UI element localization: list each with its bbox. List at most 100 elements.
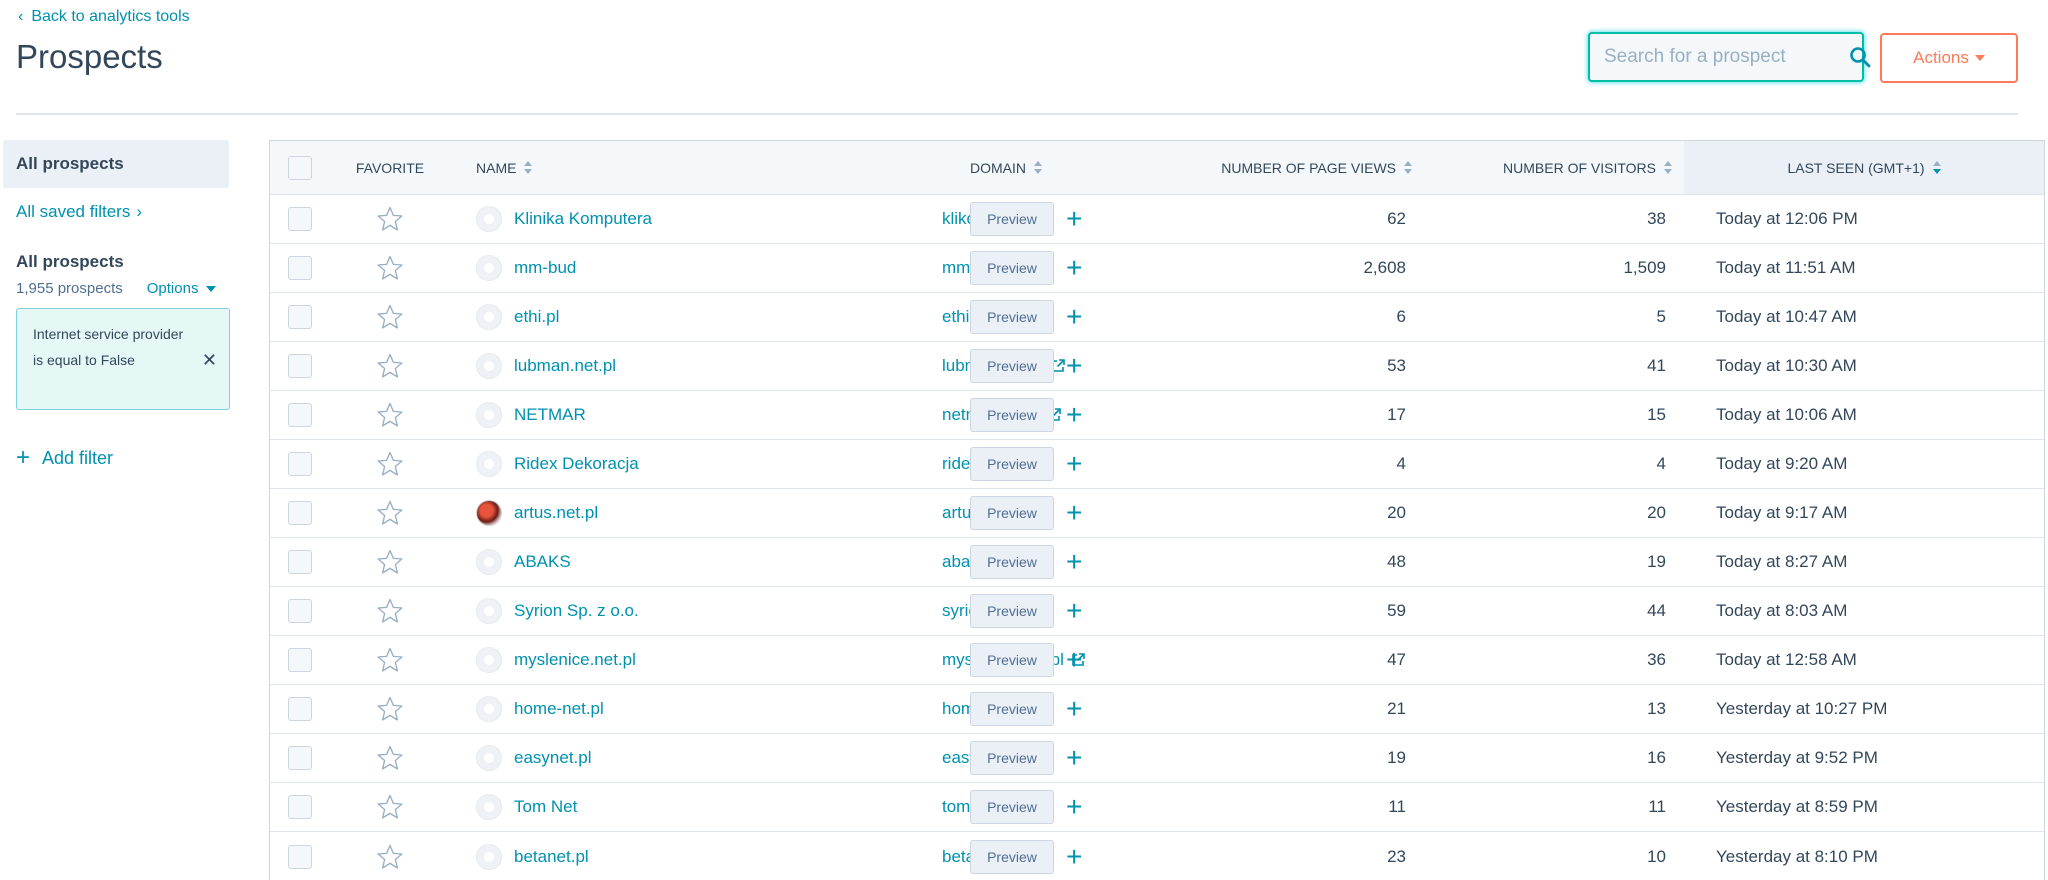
row-checkbox[interactable] — [288, 452, 312, 476]
add-contact-plus-icon[interactable]: + — [1066, 450, 1082, 478]
add-contact-plus-icon[interactable]: + — [1066, 695, 1082, 723]
search-box[interactable] — [1588, 32, 1871, 82]
star-icon[interactable] — [375, 792, 405, 822]
row-checkbox[interactable] — [288, 501, 312, 525]
star-icon[interactable] — [375, 351, 405, 381]
row-checkbox[interactable] — [288, 599, 312, 623]
preview-button[interactable]: Preview — [970, 643, 1054, 677]
preview-button[interactable]: Preview — [970, 790, 1054, 824]
add-filter-button[interactable]: + Add filter — [3, 446, 229, 470]
star-icon[interactable] — [375, 449, 405, 479]
company-name-link[interactable]: Klinika Komputera — [514, 209, 652, 229]
star-icon[interactable] — [375, 694, 405, 724]
add-contact-plus-icon[interactable]: + — [1066, 205, 1082, 233]
preview-button[interactable]: Preview — [970, 496, 1054, 530]
preview-button[interactable]: Preview — [970, 251, 1054, 285]
column-header-domain[interactable]: DOMAIN — [970, 160, 1042, 176]
sidebar-item-saved-filters[interactable]: All saved filters › — [3, 202, 229, 222]
row-checkbox[interactable] — [288, 305, 312, 329]
preview-button[interactable]: Preview — [970, 594, 1054, 628]
row-checkbox[interactable] — [288, 256, 312, 280]
close-icon[interactable]: ✕ — [202, 347, 217, 373]
globe-icon — [476, 598, 502, 624]
preview-button[interactable]: Preview — [970, 692, 1054, 726]
star-icon[interactable] — [375, 743, 405, 773]
add-contact-plus-icon[interactable]: + — [1066, 842, 1082, 871]
visitors-cell: 15 — [1647, 405, 1666, 424]
star-icon[interactable] — [375, 302, 405, 332]
column-header-page-views[interactable]: NUMBER OF PAGE VIEWS — [1221, 160, 1412, 176]
table-row: Syrion Sp. z o.o. Preview + syrion.pl 59… — [270, 587, 2044, 636]
row-checkbox[interactable] — [288, 795, 312, 819]
preview-button[interactable]: Preview — [970, 349, 1054, 383]
search-icon[interactable] — [1849, 46, 1871, 68]
company-name-link[interactable]: ABAKS — [514, 552, 571, 572]
filter-text: Internet service provider is equal to Fa… — [33, 326, 184, 368]
add-contact-plus-icon[interactable]: + — [1066, 254, 1082, 282]
company-name-link[interactable]: home-net.pl — [514, 699, 604, 719]
star-icon[interactable] — [375, 498, 405, 528]
star-icon[interactable] — [375, 842, 405, 872]
visitors-cell: 11 — [1648, 797, 1666, 816]
column-header-name[interactable]: NAME — [476, 159, 533, 176]
select-all-checkbox[interactable] — [288, 155, 312, 180]
company-name-link[interactable]: Ridex Dekoracja — [514, 454, 639, 474]
preview-button[interactable]: Preview — [970, 447, 1054, 481]
visitors-cell: 38 — [1647, 209, 1666, 228]
table-row: mm-bud Preview + mm.pl 2,608 1,509 Today… — [270, 244, 2044, 293]
company-name-link[interactable]: artus.net.pl — [514, 503, 598, 523]
search-input[interactable] — [1604, 46, 1849, 68]
company-name-link[interactable]: myslenice.net.pl — [514, 650, 636, 670]
add-contact-plus-icon[interactable]: + — [1066, 548, 1082, 576]
add-contact-plus-icon[interactable]: + — [1066, 597, 1082, 625]
add-contact-plus-icon[interactable]: + — [1066, 303, 1082, 331]
star-icon[interactable] — [375, 645, 405, 675]
preview-button[interactable]: Preview — [970, 202, 1054, 236]
add-contact-plus-icon[interactable]: + — [1066, 793, 1082, 821]
row-checkbox[interactable] — [288, 844, 312, 869]
company-name-link[interactable]: betanet.pl — [514, 847, 589, 867]
company-name-link[interactable]: Syrion Sp. z o.o. — [514, 601, 639, 621]
visitors-cell: 16 — [1647, 748, 1666, 767]
row-checkbox[interactable] — [288, 697, 312, 721]
star-icon[interactable] — [375, 547, 405, 577]
row-checkbox[interactable] — [288, 550, 312, 574]
column-header-name-label: NAME — [476, 159, 517, 176]
star-icon[interactable] — [375, 400, 405, 430]
preview-button[interactable]: Preview — [970, 839, 1054, 874]
saved-filters-label: All saved filters — [16, 202, 131, 221]
options-dropdown[interactable]: Options — [147, 280, 217, 297]
row-checkbox[interactable] — [288, 354, 312, 378]
actions-button[interactable]: Actions — [1880, 33, 2018, 83]
globe-icon — [476, 745, 502, 771]
add-contact-plus-icon[interactable]: + — [1066, 499, 1082, 527]
preview-button[interactable]: Preview — [970, 300, 1054, 334]
company-name-link[interactable]: Tom Net — [514, 797, 577, 817]
row-checkbox[interactable] — [288, 207, 312, 231]
sidebar-item-all-prospects[interactable]: All prospects — [3, 140, 229, 188]
add-contact-plus-icon[interactable]: + — [1066, 401, 1082, 429]
back-to-analytics-link[interactable]: ‹ Back to analytics tools — [18, 8, 190, 26]
company-name-link[interactable]: mm-bud — [514, 258, 576, 278]
row-checkbox[interactable] — [288, 403, 312, 427]
add-contact-plus-icon[interactable]: + — [1066, 352, 1082, 380]
star-icon[interactable] — [375, 596, 405, 626]
company-name-link[interactable]: lubman.net.pl — [514, 356, 616, 376]
preview-button[interactable]: Preview — [970, 398, 1054, 432]
page-views-cell: 23 — [1387, 846, 1406, 866]
visitors-cell: 36 — [1647, 650, 1666, 669]
star-icon[interactable] — [375, 204, 405, 234]
company-name-link[interactable]: NETMAR — [514, 405, 586, 425]
company-name-link[interactable]: easynet.pl — [514, 748, 592, 768]
row-checkbox[interactable] — [288, 648, 312, 672]
preview-button[interactable]: Preview — [970, 741, 1054, 775]
add-contact-plus-icon[interactable]: + — [1066, 744, 1082, 772]
row-checkbox[interactable] — [288, 746, 312, 770]
table-row: myslenice.net.pl Preview + myslenice.net… — [270, 636, 2044, 685]
preview-button[interactable]: Preview — [970, 545, 1054, 579]
star-icon[interactable] — [375, 253, 405, 283]
company-name-link[interactable]: ethi.pl — [514, 307, 559, 327]
add-contact-plus-icon[interactable]: + — [1066, 646, 1082, 674]
column-header-visitors[interactable]: NUMBER OF VISITORS — [1503, 160, 1672, 176]
column-header-last-seen[interactable]: LAST SEEN (GMT+1) — [1787, 160, 1941, 176]
